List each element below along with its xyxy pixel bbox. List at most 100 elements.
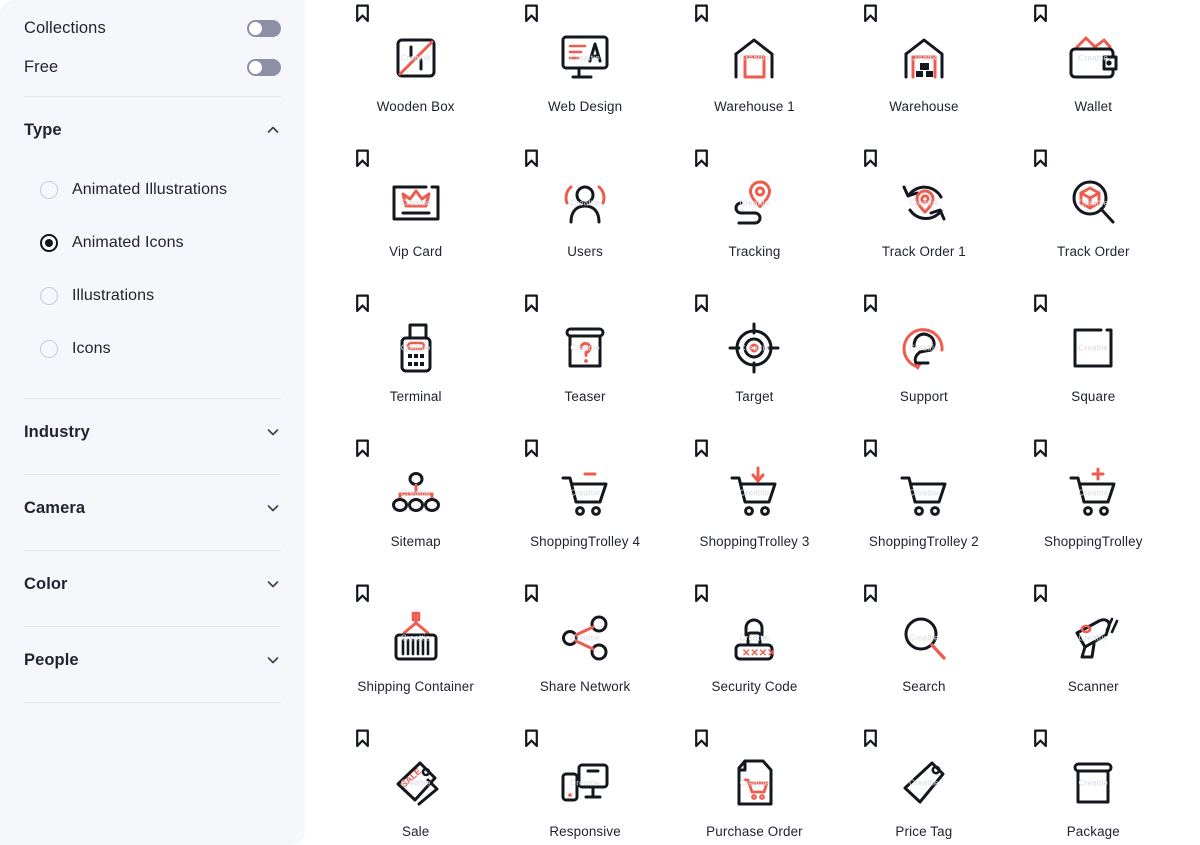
radio-unselected-icon[interactable] (40, 181, 58, 199)
radio-unselected-icon[interactable] (40, 340, 58, 358)
section-title: Type (24, 121, 62, 140)
asset-card[interactable]: Creattie Track Order (1009, 145, 1178, 290)
asset-card[interactable]: Creattie ShoppingTrolley 2 (839, 435, 1008, 580)
share-network-icon: Creattie (554, 607, 616, 669)
asset-card[interactable]: Creattie Web Design (500, 0, 669, 145)
radio-option-icons[interactable]: Icons (24, 322, 281, 375)
radio-selected-icon[interactable] (40, 234, 58, 252)
bookmark-icon[interactable] (694, 729, 709, 748)
asset-card[interactable]: Creattie Track Order 1 (839, 145, 1008, 290)
asset-card[interactable]: SALE Creattie Sale (331, 725, 500, 845)
bookmark-icon[interactable] (1033, 4, 1048, 23)
asset-card[interactable]: Creattie ShoppingTrolley 4 (500, 435, 669, 580)
asset-card[interactable]: Creattie ShoppingTrolley 3 (670, 435, 839, 580)
section-header-type[interactable]: Type (24, 97, 281, 163)
collections-switch[interactable] (247, 20, 281, 37)
terminal-icon: Creattie (385, 317, 447, 379)
asset-card[interactable]: Creattie Warehouse (839, 0, 1008, 145)
chevron-down-icon[interactable] (265, 424, 281, 440)
radio-label: Animated Illustrations (72, 181, 227, 199)
wooden-box-icon: Creattie (385, 27, 447, 89)
chevron-up-icon[interactable] (265, 122, 281, 138)
bookmark-icon[interactable] (1033, 584, 1048, 603)
asset-card[interactable]: Creattie Teaser (500, 290, 669, 435)
bookmark-icon[interactable] (694, 149, 709, 168)
asset-card[interactable]: Creattie Purchase Order (670, 725, 839, 845)
bookmark-icon[interactable] (863, 729, 878, 748)
asset-card[interactable]: Creattie Price Tag (839, 725, 1008, 845)
bookmark-icon[interactable] (355, 4, 370, 23)
asset-card[interactable]: Creattie Tracking (670, 145, 839, 290)
asset-card[interactable]: Creattie Scanner (1009, 580, 1178, 725)
asset-card[interactable]: Creattie Sitemap (331, 435, 500, 580)
bookmark-icon[interactable] (355, 729, 370, 748)
warehouse-1-icon: Creattie (723, 27, 785, 89)
section-header-camera[interactable]: Camera (24, 475, 281, 541)
radio-option-animated-icons[interactable]: Animated Icons (24, 216, 281, 269)
asset-card[interactable]: Creattie Wallet (1009, 0, 1178, 145)
asset-label: Track Order (1057, 244, 1130, 259)
toggle-row-free[interactable]: Free (24, 48, 281, 87)
asset-card[interactable]: Creattie Responsive (500, 725, 669, 845)
asset-card[interactable]: Creattie Terminal (331, 290, 500, 435)
bookmark-icon[interactable] (355, 584, 370, 603)
chevron-down-icon[interactable] (265, 652, 281, 668)
shopping-trolley-icon: Creattie (1062, 462, 1124, 524)
bookmark-icon[interactable] (355, 439, 370, 458)
bookmark-icon[interactable] (524, 4, 539, 23)
bookmark-icon[interactable] (863, 149, 878, 168)
app-root: Collections Free Type Animated Illustrat… (0, 0, 1200, 845)
bookmark-icon[interactable] (1033, 149, 1048, 168)
radio-option-animated-illustrations[interactable]: Animated Illustrations (24, 163, 281, 216)
asset-card[interactable]: Creattie ShoppingTrolley (1009, 435, 1178, 580)
bookmark-icon[interactable] (694, 584, 709, 603)
bookmark-icon[interactable] (863, 294, 878, 313)
asset-card[interactable]: Creattie Target (670, 290, 839, 435)
asset-card[interactable]: ✕✕✕✕ Creattie Security Code (670, 580, 839, 725)
bookmark-icon[interactable] (355, 149, 370, 168)
asset-label: Security Code (711, 679, 797, 694)
switch-knob (249, 22, 262, 35)
bookmark-icon[interactable] (694, 294, 709, 313)
bookmark-icon[interactable] (863, 4, 878, 23)
bookmark-icon[interactable] (524, 439, 539, 458)
asset-card[interactable]: Creattie Wooden Box (331, 0, 500, 145)
bookmark-icon[interactable] (524, 584, 539, 603)
asset-card[interactable]: Creattie Share Network (500, 580, 669, 725)
asset-card[interactable]: Creattie Package (1009, 725, 1178, 845)
free-switch[interactable] (247, 59, 281, 76)
asset-card[interactable]: Creattie Support (839, 290, 1008, 435)
radio-label: Illustrations (72, 287, 154, 305)
bookmark-icon[interactable] (694, 439, 709, 458)
section-header-people[interactable]: People (24, 627, 281, 693)
asset-card[interactable]: Creattie Square (1009, 290, 1178, 435)
bookmark-icon[interactable] (1033, 729, 1048, 748)
square-icon: Creattie (1062, 317, 1124, 379)
asset-label: ShoppingTrolley 4 (530, 534, 640, 549)
toggle-row-collections[interactable]: Collections (24, 9, 281, 48)
bookmark-icon[interactable] (355, 294, 370, 313)
filter-section-color: Color (24, 551, 281, 617)
shipping-container-icon: Creattie (385, 607, 447, 669)
radio-unselected-icon[interactable] (40, 287, 58, 305)
bookmark-icon[interactable] (694, 4, 709, 23)
asset-card[interactable]: Creattie Vip Card (331, 145, 500, 290)
asset-card[interactable]: Creattie Warehouse 1 (670, 0, 839, 145)
bookmark-icon[interactable] (524, 294, 539, 313)
chevron-down-icon[interactable] (265, 576, 281, 592)
asset-card[interactable]: Creattie Search (839, 580, 1008, 725)
sitemap-icon: Creattie (385, 462, 447, 524)
section-header-color[interactable]: Color (24, 551, 281, 617)
bookmark-icon[interactable] (1033, 439, 1048, 458)
asset-card[interactable]: Creattie Shipping Container (331, 580, 500, 725)
bookmark-icon[interactable] (524, 729, 539, 748)
bookmark-icon[interactable] (1033, 294, 1048, 313)
section-header-industry[interactable]: Industry (24, 399, 281, 465)
bookmark-icon[interactable] (863, 584, 878, 603)
shopping-trolley-2-icon: Creattie (893, 462, 955, 524)
bookmark-icon[interactable] (863, 439, 878, 458)
bookmark-icon[interactable] (524, 149, 539, 168)
chevron-down-icon[interactable] (265, 500, 281, 516)
asset-card[interactable]: Creattie Users (500, 145, 669, 290)
radio-option-illustrations[interactable]: Illustrations (24, 269, 281, 322)
